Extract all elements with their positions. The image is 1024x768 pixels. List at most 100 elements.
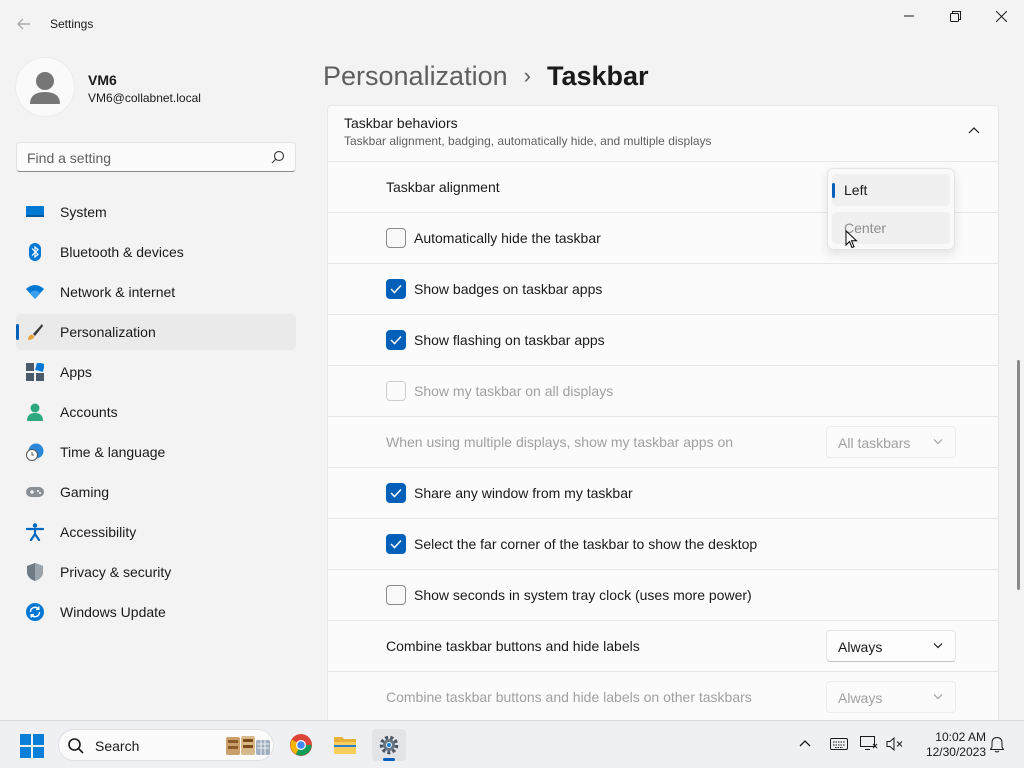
sidebar-item-label: Network & internet: [60, 284, 176, 300]
sidebar-item-network[interactable]: Network & internet: [16, 274, 296, 310]
settings-app-button[interactable]: [372, 729, 406, 761]
far-corner-checkbox[interactable]: [386, 534, 406, 554]
sidebar-item-time-language[interactable]: Time & language: [16, 434, 296, 470]
sidebar-item-accessibility[interactable]: Accessibility: [16, 514, 296, 550]
taskbar-clock[interactable]: 10:02 AM 12/30/2023: [916, 730, 986, 760]
restore-icon: [949, 10, 961, 22]
taskbar-alignment-label: Taskbar alignment: [386, 179, 500, 195]
combine-dropdown[interactable]: Always: [826, 630, 956, 662]
close-icon: [995, 10, 1007, 22]
seconds-checkbox[interactable]: [386, 585, 406, 605]
checkmark-icon: [390, 539, 402, 549]
sidebar-item-label: Gaming: [60, 484, 110, 500]
find-setting-search[interactable]: [16, 142, 296, 172]
back-arrow-icon: [17, 18, 30, 30]
user-profile[interactable]: VM6 VM6@collabnet.local: [16, 58, 296, 118]
alignment-option-left[interactable]: Left: [832, 174, 950, 206]
combine-other-row: Combine taskbar buttons and hide labels …: [327, 672, 999, 723]
user-email: VM6@collabnet.local: [88, 91, 201, 105]
badges-label: Show badges on taskbar apps: [414, 281, 603, 297]
title-bar: Settings: [0, 0, 1024, 48]
back-button[interactable]: [10, 12, 38, 36]
sidebar-item-gaming[interactable]: Gaming: [16, 474, 296, 510]
notification-bell-icon[interactable]: [990, 736, 1004, 753]
sidebar-item-windows-update[interactable]: Windows Update: [16, 594, 296, 630]
dropdown-value: Always: [838, 639, 883, 655]
seconds-row[interactable]: Show seconds in system tray clock (uses …: [327, 570, 999, 621]
avatar: [16, 58, 74, 116]
sidebar-item-personalization[interactable]: Personalization: [16, 314, 296, 350]
badges-checkbox[interactable]: [386, 279, 406, 299]
app-title: Settings: [50, 17, 94, 31]
flashing-label: Show flashing on taskbar apps: [414, 332, 605, 348]
flashing-checkbox[interactable]: [386, 330, 406, 350]
chrome-icon: [290, 734, 312, 756]
taskbar-behaviors-header[interactable]: Taskbar behaviors Taskbar alignment, bad…: [327, 105, 999, 162]
sidebar-item-label: Personalization: [60, 324, 156, 340]
breadcrumb-parent[interactable]: Personalization: [323, 61, 508, 92]
combine-other-label: Combine taskbar buttons and hide labels …: [386, 689, 752, 705]
sidebar-item-system[interactable]: System: [16, 194, 296, 230]
search-icon: [68, 738, 84, 754]
share-window-row[interactable]: Share any window from my taskbar: [327, 468, 999, 519]
chevron-down-icon: [933, 643, 943, 649]
checkmark-icon: [390, 488, 402, 498]
badges-row[interactable]: Show badges on taskbar apps: [327, 264, 999, 315]
sidebar-item-apps[interactable]: Apps: [16, 354, 296, 390]
sidebar-item-label: Bluetooth & devices: [60, 244, 184, 260]
system-icon: [26, 206, 44, 217]
gear-icon: [379, 735, 399, 755]
taskbar-search-label: Search: [95, 738, 140, 754]
volume-muted-icon[interactable]: [886, 736, 904, 752]
taskbar-search[interactable]: Search: [58, 729, 274, 761]
multi-display-apps-label: When using multiple displays, show my ta…: [386, 434, 734, 450]
flashing-row[interactable]: Show flashing on taskbar apps: [327, 315, 999, 366]
sidebar-item-accounts[interactable]: Accounts: [16, 394, 296, 430]
autohide-checkbox[interactable]: [386, 228, 406, 248]
close-button[interactable]: [978, 0, 1024, 32]
checkmark-icon: [390, 284, 402, 294]
time-language-icon: [26, 443, 44, 461]
option-label: Left: [844, 182, 868, 198]
combine-row: Combine taskbar buttons and hide labels …: [327, 621, 999, 672]
all-displays-checkbox: [386, 381, 406, 401]
sidebar-item-label: Privacy & security: [60, 564, 172, 580]
far-corner-row[interactable]: Select the far corner of the taskbar to …: [327, 519, 999, 570]
chevron-up-icon[interactable]: [968, 126, 980, 134]
chevron-down-icon: [933, 694, 943, 700]
chrome-app-button[interactable]: [284, 729, 318, 761]
minimize-icon: [904, 15, 914, 17]
apps-icon: [26, 363, 44, 381]
combine-other-dropdown: Always: [826, 681, 956, 713]
search-highlight-icon: [226, 736, 270, 755]
main-scrollbar[interactable]: [1017, 360, 1020, 590]
bluetooth-icon: [29, 243, 41, 261]
network-icon[interactable]: [860, 735, 878, 751]
keyboard-icon[interactable]: [830, 737, 848, 751]
brush-icon: [28, 324, 43, 340]
mouse-cursor-icon: [845, 230, 858, 249]
restore-button[interactable]: [932, 0, 978, 32]
sidebar-item-label: Apps: [60, 364, 92, 380]
windows-start-icon[interactable]: [20, 734, 44, 758]
sidebar-item-label: Accessibility: [60, 524, 137, 540]
search-input[interactable]: [27, 149, 257, 167]
wifi-icon: [26, 285, 44, 299]
file-explorer-app-button[interactable]: [328, 729, 362, 761]
user-name: VM6: [88, 72, 117, 88]
user-avatar-icon: [30, 72, 60, 104]
clock-date: 12/30/2023: [925, 745, 986, 759]
section-subtitle: Taskbar alignment, badging, automaticall…: [344, 134, 712, 148]
sidebar-item-privacy-security[interactable]: Privacy & security: [16, 554, 296, 590]
share-window-checkbox[interactable]: [386, 483, 406, 503]
clock-time: 10:02 AM: [935, 730, 986, 744]
windows-taskbar: Search 10:02 AM 12/30/2023: [0, 720, 1024, 768]
sidebar-item-label: Windows Update: [60, 604, 166, 620]
minimize-button[interactable]: [886, 0, 932, 32]
shield-icon: [27, 563, 43, 581]
breadcrumb: Personalization › Taskbar: [323, 58, 649, 94]
sidebar-item-bluetooth-devices[interactable]: Bluetooth & devices: [16, 234, 296, 270]
chevron-up-icon[interactable]: [799, 739, 811, 747]
page-title: Taskbar: [546, 60, 649, 91]
all-displays-row: Show my taskbar on all displays: [327, 366, 999, 417]
